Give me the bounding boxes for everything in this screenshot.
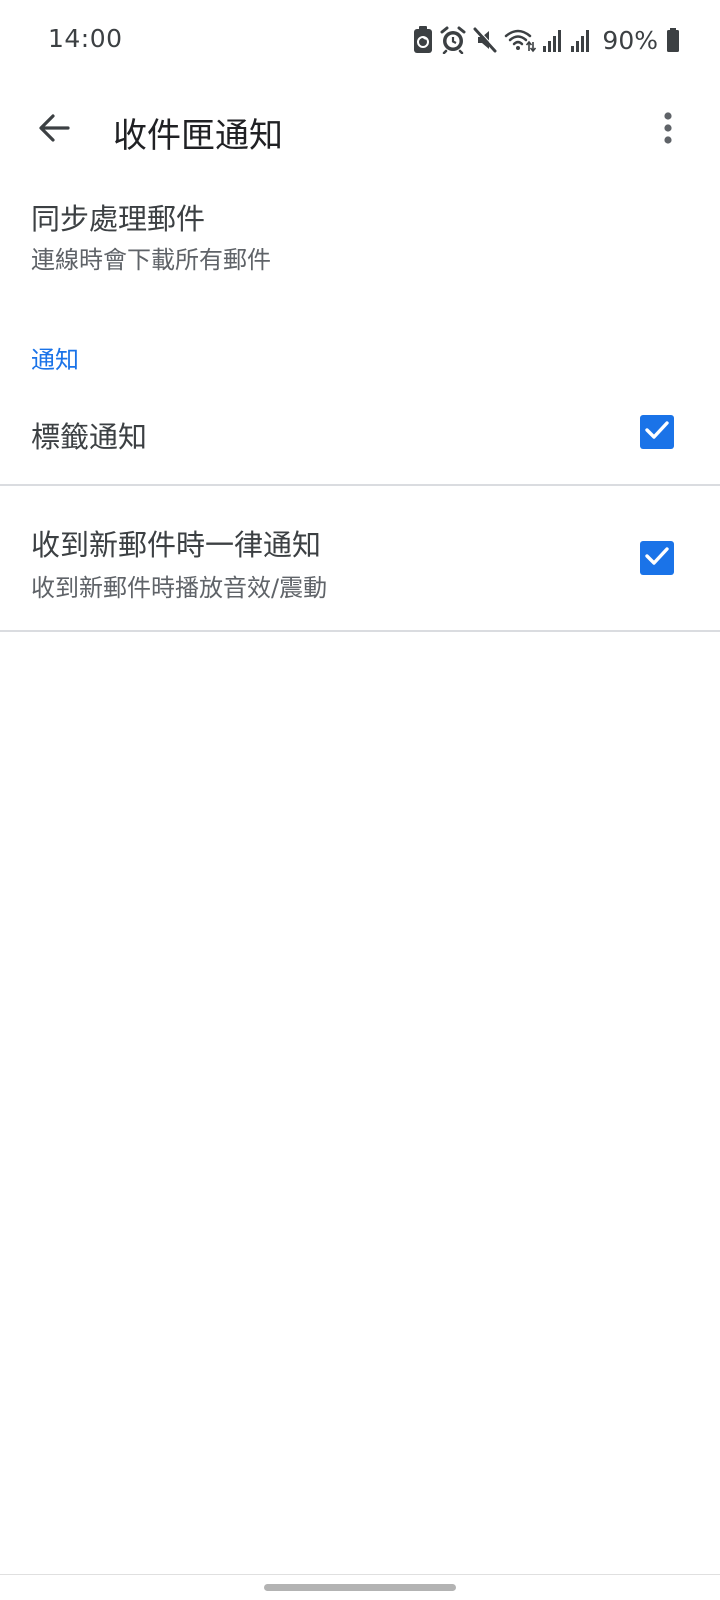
screen: 14:00 90% 收件匣通知 同步處理郵件 連線時會下載所有郵件 通知 標籤通… [0, 0, 720, 1600]
gesture-nav-handle[interactable] [264, 1584, 456, 1591]
sync-mail-title: 同步處理郵件 [31, 202, 206, 236]
nav-divider [0, 1574, 720, 1575]
wifi-icon [504, 27, 537, 53]
status-time: 14:00 [48, 24, 123, 53]
back-button[interactable] [28, 104, 80, 156]
arrow-back-icon [37, 111, 71, 149]
mute-icon [472, 26, 498, 54]
signal-icon [570, 27, 592, 53]
app-bar: 收件匣通知 [0, 80, 720, 192]
status-bar: 14:00 90% [0, 0, 720, 80]
status-icons: 90% [412, 22, 680, 58]
label-notifications-setting[interactable]: 標籤通知 [0, 392, 720, 484]
page-title: 收件匣通知 [113, 116, 283, 156]
label-notifications-title: 標籤通知 [31, 420, 148, 454]
battery-saver-icon [412, 25, 434, 55]
sync-mail-summary: 連線時會下載所有郵件 [31, 246, 271, 274]
more-vert-icon [663, 111, 673, 149]
battery-percent: 90% [602, 25, 658, 55]
sync-mail-setting[interactable]: 同步處理郵件 連線時會下載所有郵件 [0, 180, 720, 290]
divider [0, 630, 720, 632]
notify-every-message-setting[interactable]: 收到新郵件時一律通知 收到新郵件時播放音效/震動 [0, 486, 720, 630]
battery-icon [666, 27, 680, 53]
notify-every-message-summary: 收到新郵件時播放音效/震動 [31, 574, 328, 602]
check-icon [644, 419, 670, 445]
notify-every-message-checkbox[interactable] [640, 541, 674, 575]
label-notifications-checkbox[interactable] [640, 415, 674, 449]
check-icon [644, 545, 670, 571]
alarm-icon [440, 26, 466, 54]
overflow-menu-button[interactable] [644, 104, 692, 156]
notifications-section-header: 通知 [31, 346, 79, 374]
notify-every-message-title: 收到新郵件時一律通知 [31, 528, 322, 562]
signal-icon [542, 27, 564, 53]
